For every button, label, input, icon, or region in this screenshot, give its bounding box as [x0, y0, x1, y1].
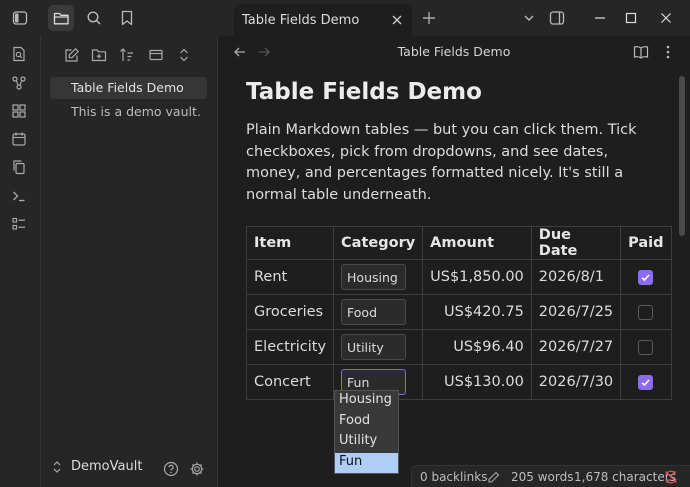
category-cell: Food — [333, 294, 424, 330]
ribbon — [0, 36, 41, 487]
paid-checkbox[interactable] — [638, 269, 654, 285]
right-sidebar-toggle-icon[interactable] — [548, 9, 566, 27]
item-cell: Electricity — [245, 329, 335, 365]
category-dropdown-menu: Housing Food Utility Fun — [334, 390, 399, 474]
amount-cell: US$96.40 — [422, 329, 532, 365]
table-row: Electricity Utility US$96.40 2026/7/27 — [245, 329, 672, 365]
table-row: Rent Housing US$1,850.00 2026/8/1 — [245, 259, 672, 295]
collapse-icon[interactable] — [147, 46, 165, 64]
file-item-table-fields-demo[interactable]: Table Fields Demo — [50, 77, 207, 99]
reading-view-book-icon[interactable] — [633, 44, 649, 60]
category-cell: Utility — [333, 329, 424, 365]
vault-switcher[interactable]: DemoVault — [51, 459, 142, 474]
status-bar: 0 backlinks 205 words 1,678 characters — [411, 465, 690, 487]
maximize-icon[interactable] — [622, 9, 640, 27]
amount-cell: US$130.00 — [422, 364, 532, 400]
calendar-icon[interactable] — [10, 130, 28, 148]
dropdown-option[interactable]: Food — [335, 412, 398, 433]
title-bar: Table Fields Demo — [0, 0, 690, 36]
file-item-demo-vault[interactable]: This is a demo vault. — [71, 104, 201, 119]
list-icon[interactable] — [10, 215, 28, 233]
quick-switcher-icon[interactable] — [10, 45, 28, 63]
sidebar-toggle-icon[interactable] — [7, 5, 33, 31]
new-tab-icon[interactable] — [420, 9, 438, 27]
column-header-item: Item — [245, 226, 335, 260]
due-date-cell: 2026/8/1 — [530, 259, 622, 295]
paid-cell — [620, 259, 672, 295]
due-date-cell: 2026/7/25 — [530, 294, 622, 330]
paid-cell — [620, 294, 672, 330]
pencil-icon[interactable] — [486, 470, 500, 484]
fields-table: Item Category Amount Due Date Paid Rent … — [245, 226, 672, 400]
bookmark-icon[interactable] — [114, 5, 140, 31]
due-date-cell: 2026/7/30 — [530, 364, 622, 400]
graph-view-icon[interactable] — [10, 74, 28, 92]
help-icon[interactable] — [162, 460, 180, 478]
character-count: 1,678 characters — [574, 470, 676, 484]
amount-cell: US$420.75 — [422, 294, 532, 330]
paid-cell — [620, 329, 672, 365]
item-cell: Groceries — [245, 294, 335, 330]
view-header-title[interactable]: Table Fields Demo — [218, 44, 690, 59]
word-count: 205 words — [511, 470, 574, 484]
copy-icon[interactable] — [10, 158, 28, 176]
expand-collapse-chevron-icon[interactable] — [175, 46, 193, 64]
column-header-paid: Paid — [620, 226, 672, 260]
paid-checkbox[interactable] — [638, 339, 654, 355]
checkmark-icon — [641, 378, 650, 386]
new-folder-icon[interactable] — [90, 46, 108, 64]
close-icon[interactable] — [390, 13, 404, 27]
item-cell: Concert — [245, 364, 335, 400]
category-select[interactable]: Housing — [341, 264, 407, 290]
checkmark-icon — [641, 273, 650, 281]
category-select[interactable]: Utility — [341, 334, 407, 360]
table-row: Concert Fun US$130.00 2026/7/30 — [245, 364, 672, 400]
table-row: Groceries Food US$420.75 2026/7/25 — [245, 294, 672, 330]
paid-checkbox[interactable] — [638, 374, 654, 390]
canvas-icon[interactable] — [10, 102, 28, 120]
item-cell: Rent — [245, 259, 335, 295]
category-cell: Housing — [333, 259, 424, 295]
amount-cell: US$1,850.00 — [422, 259, 532, 295]
tab-table-fields-demo[interactable]: Table Fields Demo — [234, 4, 412, 36]
more-options-icon[interactable] — [660, 44, 676, 60]
sync-off-icon[interactable] — [664, 470, 678, 484]
search-icon[interactable] — [81, 5, 107, 31]
vault-name: DemoVault — [71, 459, 143, 474]
column-header-category: Category — [333, 226, 424, 260]
folder-icon[interactable] — [48, 5, 74, 31]
window-close-icon[interactable] — [657, 9, 675, 27]
column-header-due-date: Due Date — [530, 226, 622, 260]
updown-chevron-icon — [53, 460, 61, 473]
minimize-icon[interactable] — [591, 9, 609, 27]
column-header-amount: Amount — [422, 226, 532, 260]
category-select[interactable]: Food — [341, 299, 407, 325]
terminal-icon[interactable] — [10, 187, 28, 205]
gear-icon[interactable] — [188, 460, 206, 478]
table-header-row: Item Category Amount Due Date Paid — [245, 226, 672, 260]
intro-paragraph: Plain Markdown tables — but you can clic… — [246, 122, 637, 203]
due-date-cell: 2026/7/27 — [530, 329, 622, 365]
chevron-down-icon[interactable] — [520, 9, 538, 27]
new-note-icon[interactable] — [63, 46, 81, 64]
paid-cell — [620, 364, 672, 400]
page-title: Table Fields Demo — [246, 79, 482, 105]
backlinks-count[interactable]: 0 backlinks — [420, 470, 487, 484]
file-explorer: Table Fields Demo This is a demo vault. … — [41, 36, 218, 487]
dropdown-option[interactable]: Housing — [335, 391, 398, 412]
tab-label: Table Fields Demo — [242, 12, 360, 28]
sort-icon[interactable] — [118, 46, 136, 64]
dropdown-option[interactable]: Utility — [335, 432, 398, 453]
paid-checkbox[interactable] — [638, 304, 654, 320]
scrollbar[interactable] — [679, 76, 685, 236]
dropdown-option-highlighted[interactable]: Fun — [335, 452, 398, 473]
